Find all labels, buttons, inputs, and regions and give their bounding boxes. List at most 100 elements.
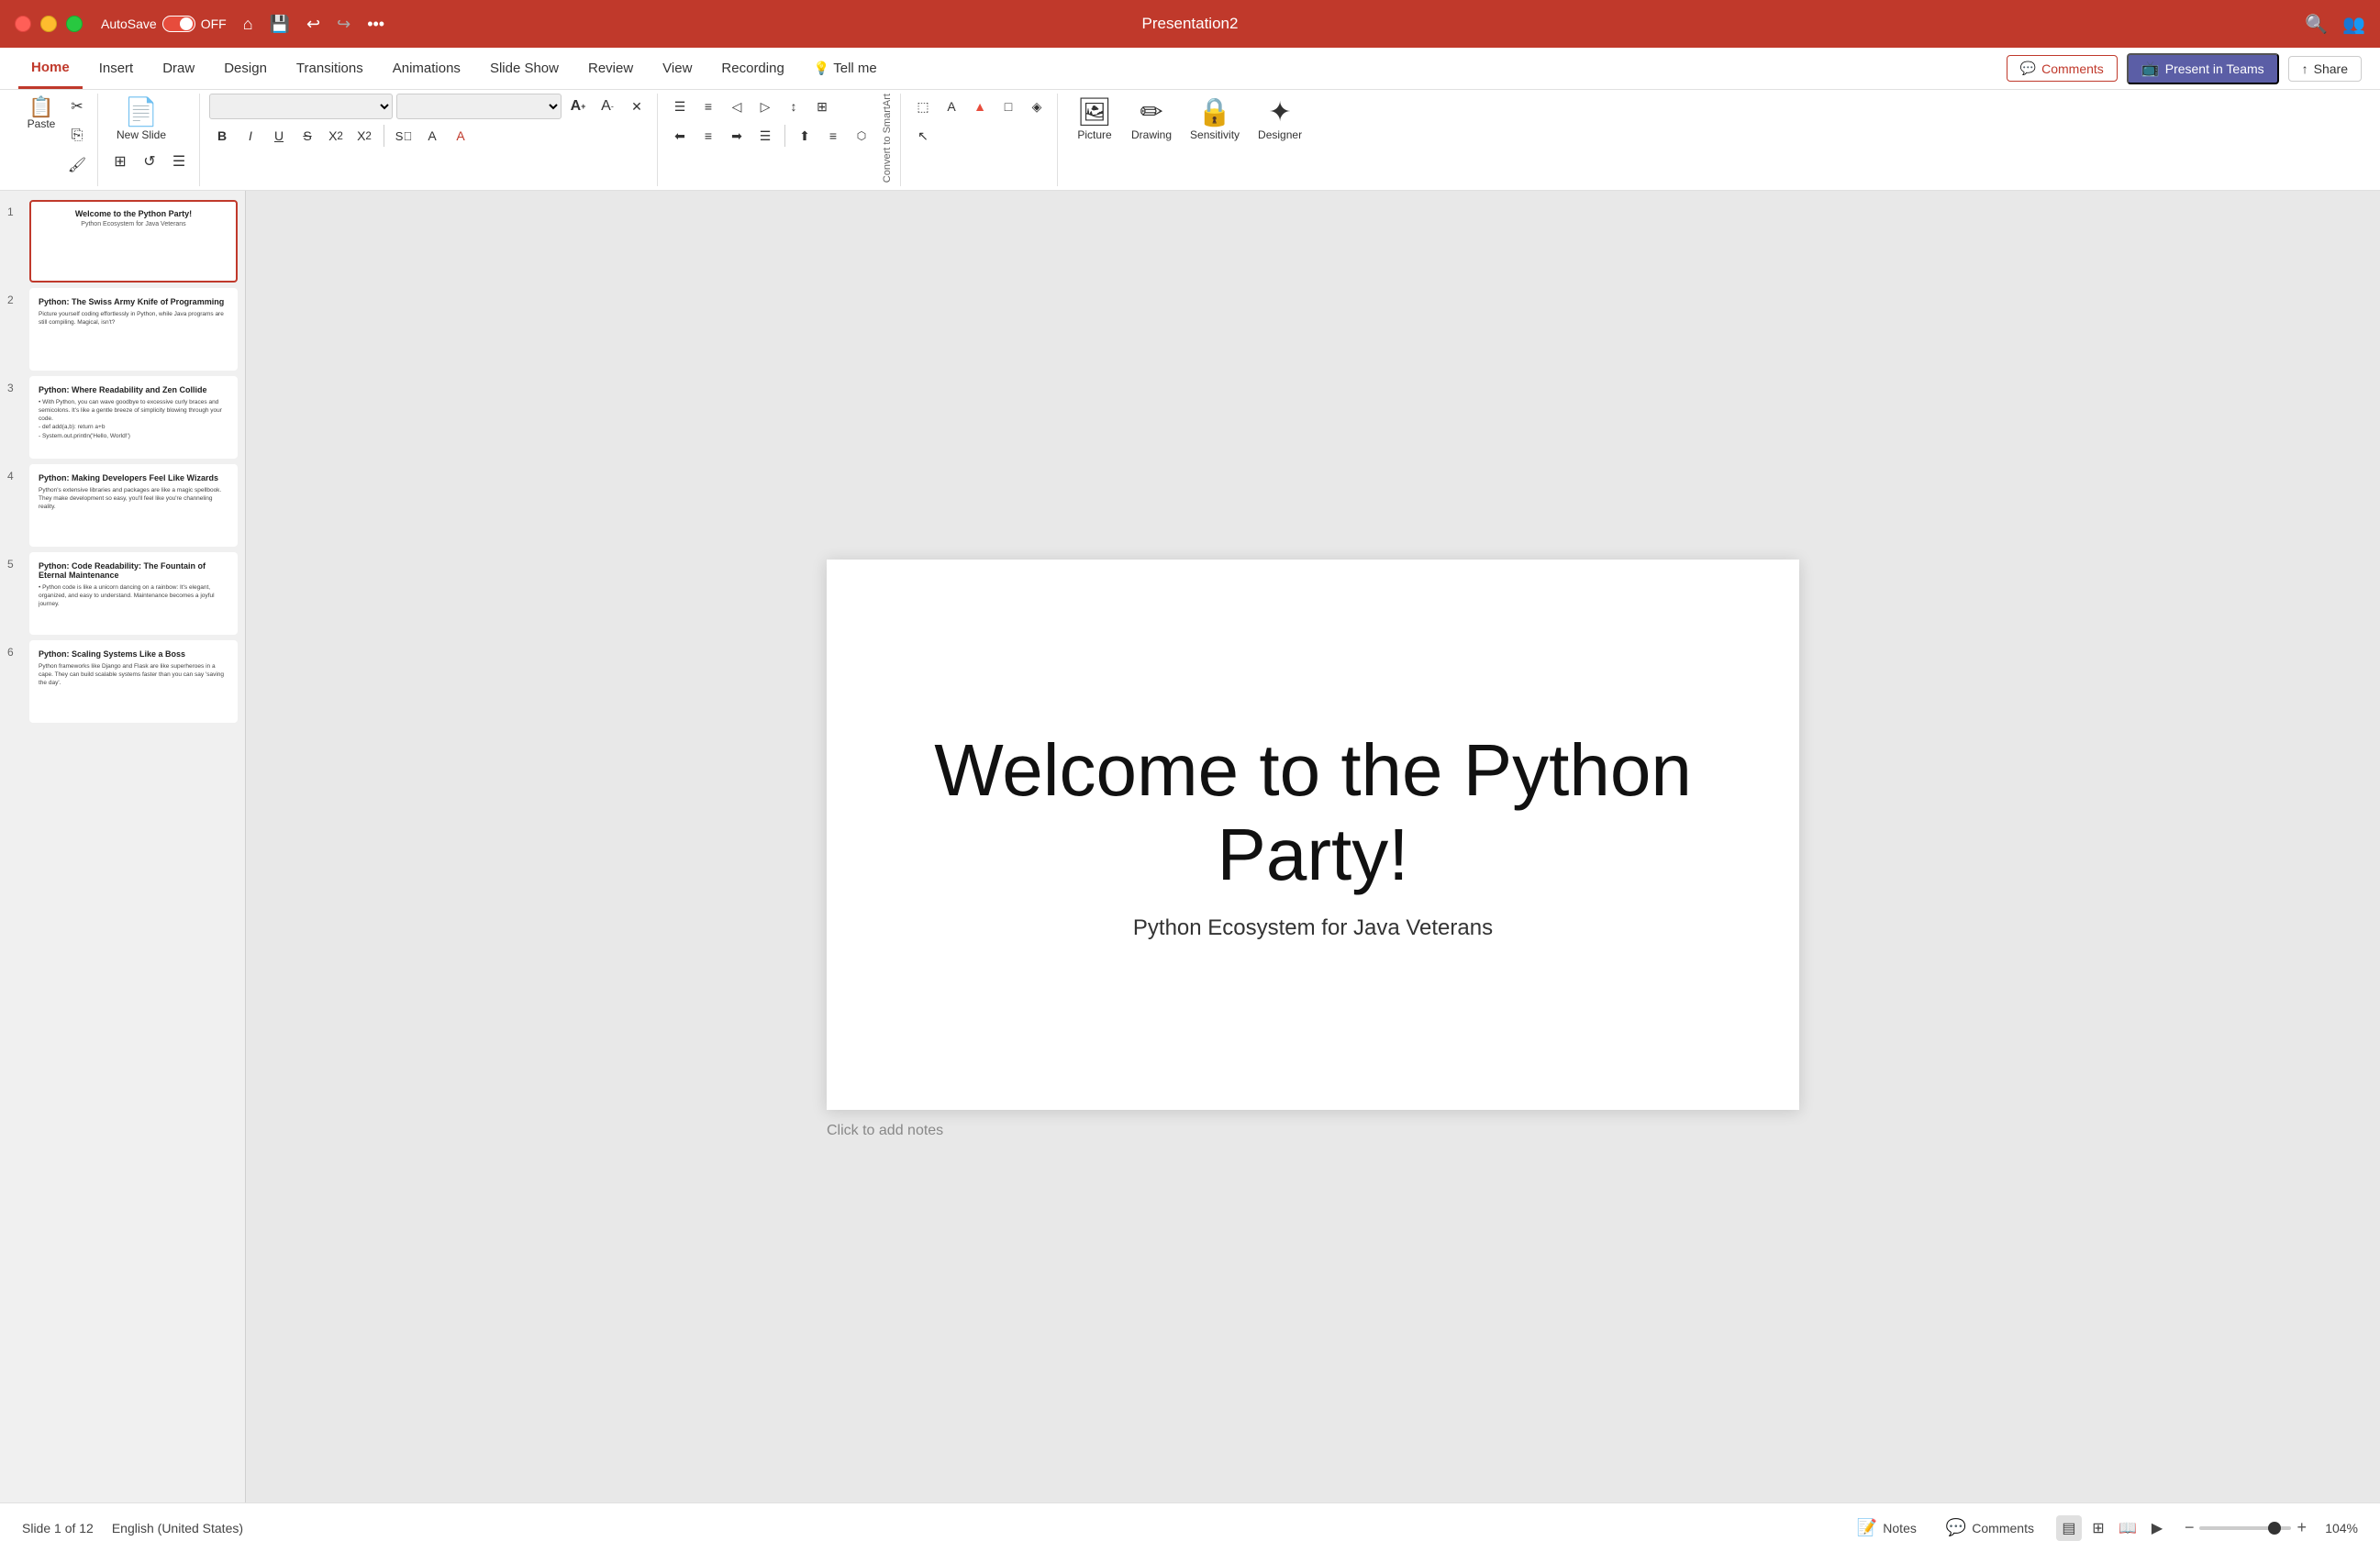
autosave-toggle[interactable] [162, 16, 195, 32]
slide-preview-5[interactable]: Python: Code Readability: The Fountain o… [29, 552, 238, 635]
tab-view[interactable]: View [650, 48, 705, 89]
line-spacing-button[interactable]: ↕ [781, 94, 806, 119]
tab-transitions[interactable]: Transitions [284, 48, 376, 89]
slide-preview-3[interactable]: Python: Where Readability and Zen Collid… [29, 376, 238, 459]
font-family-select[interactable] [209, 94, 393, 119]
new-slide-icon: 📄 [124, 99, 158, 127]
slide-main-subtitle[interactable]: Python Ecosystem for Java Veterans [1133, 915, 1493, 941]
undo-icon[interactable]: ↩ [306, 15, 320, 34]
convert-smartart-button[interactable]: ⬡ [849, 123, 874, 149]
tab-animations[interactable]: Animations [380, 48, 473, 89]
zoom-in-button[interactable]: + [2297, 1518, 2307, 1537]
share-button[interactable]: ↑ Share [2288, 56, 2362, 82]
sensitivity-button[interactable]: 🔒 Sensitivity [1181, 94, 1249, 186]
italic-button[interactable]: I [238, 123, 263, 149]
shape-outline-button[interactable]: □ [995, 94, 1021, 119]
indent-decrease-button[interactable]: ◁ [724, 94, 750, 119]
statusbar: Slide 1 of 12 English (United States) 📝 … [0, 1502, 2380, 1552]
bold-button[interactable]: B [209, 123, 235, 149]
slide-sorter-button[interactable]: ⊞ [2085, 1515, 2111, 1541]
slide-preview-4[interactable]: Python: Making Developers Feel Like Wiza… [29, 464, 238, 547]
clear-format-button[interactable]: ✕ [624, 94, 650, 119]
reset-button[interactable]: ↺ [137, 149, 162, 174]
font-size-select[interactable] [396, 94, 562, 119]
subscript-button[interactable]: X2 [323, 123, 349, 149]
slide-preview-6[interactable]: Python: Scaling Systems Like a Boss Pyth… [29, 640, 238, 723]
statusbar-left: Slide 1 of 12 English (United States) [22, 1521, 243, 1535]
shape-fill-button[interactable]: ▲ [967, 94, 993, 119]
shape-effects-button[interactable]: ◈ [1024, 94, 1050, 119]
maximize-button[interactable] [66, 16, 83, 32]
indent-increase-button[interactable]: ▷ [752, 94, 778, 119]
tab-recording[interactable]: Recording [708, 48, 796, 89]
numbering-button[interactable]: ≡ [695, 94, 721, 119]
slide-preview-2[interactable]: Python: The Swiss Army Knife of Programm… [29, 288, 238, 371]
redo-icon[interactable]: ↪ [337, 15, 350, 34]
share-icon: ↑ [2302, 61, 2308, 76]
present-in-teams-button[interactable]: 📺 Present in Teams [2127, 53, 2279, 84]
align-text-button[interactable]: ≡ [820, 123, 846, 149]
align-right-button[interactable]: ➡ [724, 123, 750, 149]
designer-button[interactable]: ✦ Designer [1249, 94, 1311, 186]
reading-view-button[interactable]: 📖 [2115, 1515, 2141, 1541]
picture-button[interactable]: 🖼 Picture [1067, 94, 1122, 186]
layout-button[interactable]: ⊞ [107, 149, 133, 174]
quick-styles-button[interactable]: A [939, 94, 964, 119]
share-people-icon[interactable]: 👥 [2342, 13, 2365, 36]
highlight-button[interactable]: A [419, 123, 445, 149]
decrease-font-button[interactable]: A- [595, 94, 620, 119]
superscript-button[interactable]: X2 [351, 123, 377, 149]
drawing-button[interactable]: ✏ Drawing [1122, 94, 1181, 186]
format-painter-button[interactable]: 🖌 [64, 152, 90, 178]
strikethrough-button[interactable]: S [295, 123, 320, 149]
justify-button[interactable]: ☰ [752, 123, 778, 149]
save-icon[interactable]: 💾 [270, 15, 290, 34]
tab-draw[interactable]: Draw [150, 48, 207, 89]
slide-thumb-4[interactable]: 4 Python: Making Developers Feel Like Wi… [7, 464, 238, 547]
comments-button[interactable]: 💬 Comments [2007, 55, 2118, 82]
arrange-button[interactable]: ⬚ [910, 94, 936, 119]
normal-view-button[interactable]: ▤ [2056, 1515, 2082, 1541]
slide-main-title[interactable]: Welcome to the Python Party! [827, 728, 1799, 897]
tab-design[interactable]: Design [211, 48, 280, 89]
tab-slideshow[interactable]: Slide Show [477, 48, 572, 89]
select-button[interactable]: ↖ [910, 123, 936, 149]
comments-status-button[interactable]: 💬 Comments [1939, 1514, 2041, 1541]
font-color-button[interactable]: A [448, 123, 473, 149]
slide-thumb-6[interactable]: 6 Python: Scaling Systems Like a Boss Py… [7, 640, 238, 723]
align-center-button[interactable]: ≡ [695, 123, 721, 149]
tab-insert[interactable]: Insert [86, 48, 147, 89]
tab-tell-me[interactable]: 💡 Tell me [801, 48, 890, 89]
search-icon[interactable]: 🔍 [2305, 13, 2328, 36]
bullets-button[interactable]: ☰ [667, 94, 693, 119]
close-button[interactable] [15, 16, 31, 32]
paste-button[interactable]: 📋 Paste [18, 94, 64, 186]
zoom-slider[interactable] [2199, 1526, 2291, 1530]
home-icon[interactable]: ⌂ [243, 15, 253, 34]
notes-button[interactable]: 📝 Notes [1850, 1514, 1924, 1541]
new-slide-button[interactable]: 📄 New Slide [107, 94, 175, 147]
shadow-button[interactable]: S⃝ [391, 123, 417, 149]
slide-thumb-1[interactable]: 1 Welcome to the Python Party! Python Ec… [7, 200, 238, 283]
slideshow-view-button[interactable]: ▶ [2144, 1515, 2170, 1541]
notes-placeholder[interactable]: Click to add notes [827, 1123, 943, 1138]
sensitivity-icon: 🔒 [1197, 99, 1231, 127]
more-icon[interactable]: ••• [367, 15, 384, 34]
copy-button[interactable]: ⎘ [64, 123, 90, 149]
slide-thumb-3[interactable]: 3 Python: Where Readability and Zen Coll… [7, 376, 238, 459]
slide-thumb-5[interactable]: 5 Python: Code Readability: The Fountain… [7, 552, 238, 635]
zoom-out-button[interactable]: − [2185, 1518, 2195, 1537]
columns-button[interactable]: ⊞ [809, 94, 835, 119]
text-direction-button[interactable]: ⬆ [792, 123, 817, 149]
tab-review[interactable]: Review [575, 48, 646, 89]
tab-home[interactable]: Home [18, 48, 83, 89]
slide-canvas[interactable]: Welcome to the Python Party! Python Ecos… [827, 560, 1799, 1110]
underline-button[interactable]: U [266, 123, 292, 149]
slide-preview-1[interactable]: Welcome to the Python Party! Python Ecos… [29, 200, 238, 283]
slide-thumb-2[interactable]: 2 Python: The Swiss Army Knife of Progra… [7, 288, 238, 371]
increase-font-button[interactable]: A+ [565, 94, 591, 119]
minimize-button[interactable] [40, 16, 57, 32]
section-button[interactable]: ☰ [166, 149, 192, 174]
align-left-button[interactable]: ⬅ [667, 123, 693, 149]
cut-button[interactable]: ✂ [64, 94, 90, 119]
